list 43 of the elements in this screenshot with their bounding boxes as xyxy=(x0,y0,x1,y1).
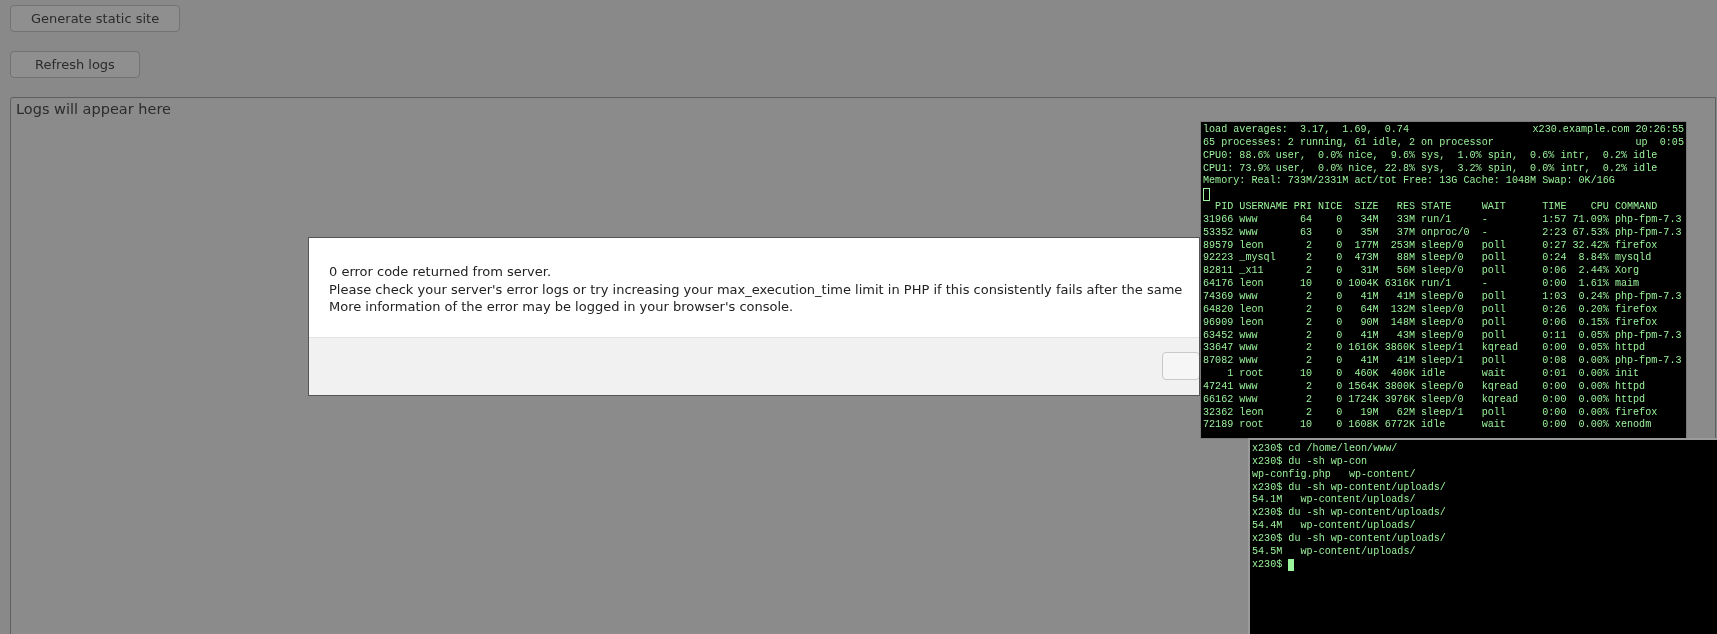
terminal-line: 65 processes: 2 running, 61 idle, 2 on processor xyxy=(1203,136,1494,150)
process-row-text: 87082 www 2 0 41M 41M sleep/1 poll 0:08 0.00% php-fpm-7.3 xyxy=(1203,355,1682,368)
terminal-line: x230$ du -sh wp-content/uploads/ xyxy=(1252,532,1446,546)
process-row: 72189 root 10 0 1608K 6772K idle wait 0:00 0.00% xenodm xyxy=(1203,419,1652,433)
process-row: 64820 leon 2 0 64M 132M sleep/0 poll 0:26 0.20% firefox xyxy=(1203,303,1658,317)
dialog-button[interactable] xyxy=(1162,352,1199,380)
process-row-text: 33647 www 2 0 1616K 3860K sleep/1 kqread 0:00 0.05% httpd xyxy=(1203,342,1646,355)
process-row: 64176 leon 10 0 1004K 6316K run/1 - 0:00 1.61% maim xyxy=(1203,278,1640,291)
terminal-line: x230$ du -sh wp-content/uploads/ xyxy=(1252,507,1446,520)
terminal-line: x230$ du -sh wp-con xyxy=(1252,455,1368,469)
dialog-message: 0 error code returned from server. xyxy=(329,263,552,281)
terminal-line: x230$ du -sh wp-content/uploads/ xyxy=(1252,481,1446,494)
terminal-line: x230$ cd /home/leon/www/ xyxy=(1252,443,1398,456)
cursor-icon xyxy=(1203,188,1210,202)
process-row: 47241 www 2 0 1564K 3800K sleep/0 kqread 0:00 0.00% httpd xyxy=(1203,380,1646,394)
dialog-message: More information of the error may be logged in your browser's console. xyxy=(329,298,794,316)
shell-prompt: x230$ xyxy=(1252,558,1284,572)
page-button[interactable]: Generate static site xyxy=(10,5,181,32)
process-row-text: 32362 leon 2 0 19M 62M sleep/1 poll 0:00 0.00% firefox xyxy=(1203,406,1658,419)
table-header: PID USERNAME PRI NICE SIZE RES STATE WAIT TIME CPU COMMAND xyxy=(1214,201,1658,214)
terminal-line: 54.4M wp-content/uploads/ xyxy=(1252,520,1416,533)
page-button[interactable]: Refresh logs xyxy=(10,51,140,78)
cursor-icon xyxy=(1288,559,1295,571)
process-row: 96909 leon 2 0 90M 148M sleep/0 poll 0:06 0.15% firefox xyxy=(1203,316,1658,330)
process-row-text: 92223 _mysql 2 0 473M 88M sleep/0 poll 0:24 8.84% mysqld xyxy=(1203,252,1652,265)
process-row: 74369 www 2 0 41M 41M sleep/0 poll 1:03 0.24% php-fpm-7.3 xyxy=(1203,290,1682,304)
terminal-line: CPU1: 73.9% user, 0.0% nice, 22.8% sys, 3.2% spin, 0.0% intr, 0.2% idle xyxy=(1203,162,1658,175)
process-row: 53352 www 63 0 35M 37M onproc/0 - 2:23 67.53% php-fpm-7.3 xyxy=(1203,226,1682,240)
terminal-line: CPU0: 88.6% user, 0.0% nice, 9.6% sys, 1.0% spin, 0.6% intr, 0.2% idle xyxy=(1203,149,1658,163)
terminal-line: x230.example.com 20:26:55 xyxy=(1532,124,1684,137)
terminal-line: up 0:05 xyxy=(1635,136,1684,150)
terminal-line: Memory: Real: 733M/2331M act/tot Free: 13G Cache: 1048M Swap: 0K/16G xyxy=(1203,175,1615,189)
process-row-text: 82811 _x11 2 0 31M 56M sleep/0 poll 0:06 2.44% Xorg xyxy=(1203,265,1640,278)
process-row: 31966 www 64 0 34M 33M run/1 - 1:57 71.09% php-fpm-7.3 xyxy=(1203,213,1682,227)
process-row-text: 89579 leon 2 0 177M 253M sleep/0 poll 0:27 32.42% firefox xyxy=(1203,239,1658,252)
dialog-message: Please check your server's error logs or try increasing your max_execution_time limit in PHP if this consistently fails after the same xyxy=(329,280,1183,298)
terminal-line: load averages: 3.17, 1.69, 0.74 xyxy=(1203,124,1409,137)
process-row: 66162 www 2 0 1724K 3976K sleep/0 kqread 0:00 0.00% httpd xyxy=(1203,393,1646,407)
process-row-text: 63452 www 2 0 41M 43M sleep/0 poll 0:11 0.05% php-fpm-7.3 xyxy=(1203,329,1682,342)
terminal-line: 54.5M wp-content/uploads/ xyxy=(1252,545,1416,559)
terminal-line: wp-config.php wp-content/ xyxy=(1252,468,1416,482)
terminal-line: 54.1M wp-content/uploads/ xyxy=(1252,494,1416,507)
process-row-text: 1 root 10 0 460K 400K idle wait 0:01 0.00% init xyxy=(1226,368,1640,381)
